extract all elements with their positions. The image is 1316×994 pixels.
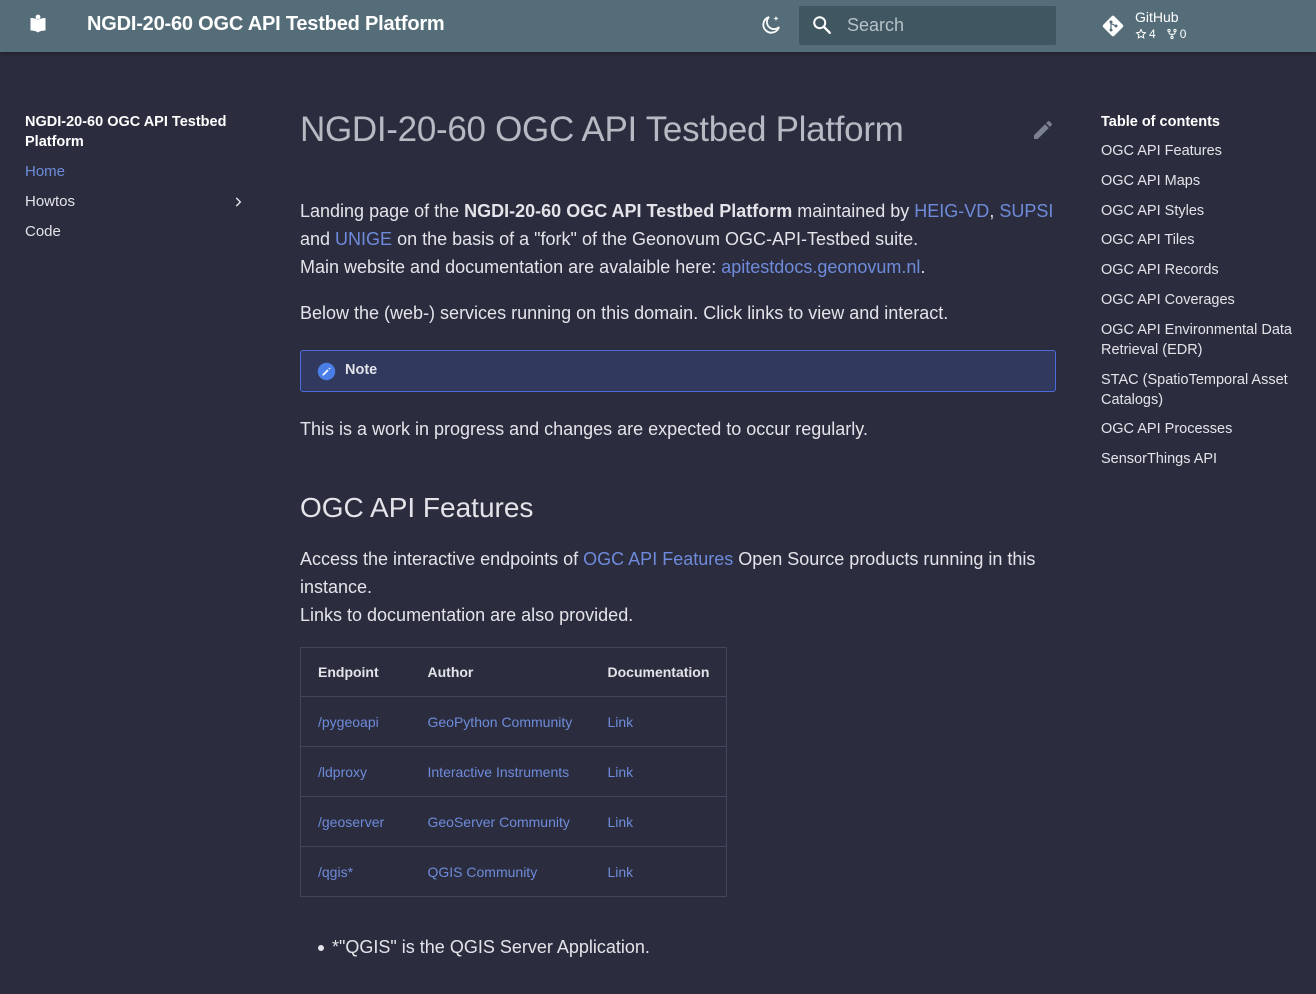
star-icon bbox=[1135, 28, 1147, 39]
toc-item-records[interactable]: OGC API Records bbox=[1101, 260, 1306, 280]
endpoint-link[interactable]: /pygeoapi bbox=[318, 714, 379, 730]
table-row: /geoserver GeoServer Community Link bbox=[300, 796, 727, 847]
search-icon bbox=[813, 16, 831, 34]
link-geonovum-docs[interactable]: apitestdocs.geonovum.nl bbox=[721, 257, 920, 277]
note-title: Note bbox=[345, 362, 378, 378]
nav-item-howtos[interactable]: Howtos bbox=[25, 187, 255, 217]
book-logo-icon[interactable] bbox=[26, 13, 50, 37]
toc-item-stac[interactable]: STAC (SpatioTemporal Asset Catalogs) bbox=[1101, 370, 1306, 410]
author-link[interactable]: QGIS Community bbox=[428, 864, 538, 880]
toc-item-features[interactable]: OGC API Features bbox=[1101, 141, 1306, 161]
chevron-right-icon bbox=[235, 197, 242, 207]
edit-pencil-icon[interactable] bbox=[1031, 118, 1055, 142]
table-header-row: Endpoint Author Documentation bbox=[300, 647, 727, 697]
table-row: /pygeoapi GeoPython Community Link bbox=[300, 696, 727, 747]
toc-item-sensorthings[interactable]: SensorThings API bbox=[1101, 449, 1306, 469]
nav-item-home[interactable]: Home bbox=[25, 157, 255, 187]
note-admonition: Note bbox=[300, 350, 1056, 392]
repo-forks: 0 bbox=[1166, 27, 1186, 41]
endpoint-link[interactable]: /ldproxy bbox=[318, 764, 367, 780]
dark-mode-toggle-icon[interactable] bbox=[759, 13, 783, 37]
pencil-circle-icon bbox=[317, 362, 336, 381]
main-content: NGDI-20-60 OGC API Testbed Platform Land… bbox=[300, 110, 1056, 961]
link-supsi[interactable]: SUPSI bbox=[999, 201, 1053, 221]
documentation-link[interactable]: Link bbox=[608, 864, 634, 880]
documentation-link[interactable]: Link bbox=[608, 714, 634, 730]
documentation-link[interactable]: Link bbox=[608, 814, 634, 830]
column-header: Endpoint bbox=[300, 647, 411, 697]
intro-paragraph: Landing page of the NGDI-20-60 OGC API T… bbox=[300, 201, 1054, 277]
section-heading-features: OGC API Features bbox=[300, 492, 534, 523]
nav-item-label: Howtos bbox=[25, 193, 76, 210]
list-item: *"QGIS" is the QGIS Server Application. bbox=[300, 933, 1056, 961]
author-link[interactable]: GeoPython Community bbox=[428, 714, 573, 730]
toc-item-coverages[interactable]: OGC API Coverages bbox=[1101, 290, 1306, 310]
wip-paragraph: This is a work in progress and changes a… bbox=[300, 419, 868, 439]
features-intro: Access the interactive endpoints of OGC … bbox=[300, 549, 1036, 625]
toc-item-tiles[interactable]: OGC API Tiles bbox=[1101, 230, 1306, 250]
repo-stars: 4 bbox=[1135, 27, 1156, 41]
endpoint-link[interactable]: /qgis* bbox=[318, 864, 353, 880]
nav-item-code[interactable]: Code bbox=[25, 217, 255, 247]
table-row: /ldproxy Interactive Instruments Link bbox=[300, 746, 727, 797]
toc-item-processes[interactable]: OGC API Processes bbox=[1101, 419, 1306, 439]
endpoint-link[interactable]: /geoserver bbox=[318, 814, 384, 830]
site-title[interactable]: NGDI-20-60 OGC API Testbed Platform bbox=[87, 13, 445, 36]
git-diamond-icon bbox=[1102, 15, 1124, 37]
author-link[interactable]: GeoServer Community bbox=[428, 814, 570, 830]
services-paragraph: Below the (web-) services running on thi… bbox=[300, 303, 949, 323]
link-ogc-api-features[interactable]: OGC API Features bbox=[583, 549, 733, 569]
intro-strong: NGDI-20-60 OGC API Testbed Platform bbox=[464, 201, 793, 221]
link-heig-vd[interactable]: HEIG-VD bbox=[914, 201, 989, 221]
repo-facts: 4 0 bbox=[1135, 27, 1186, 41]
author-link[interactable]: Interactive Instruments bbox=[428, 764, 570, 780]
repo-name: GitHub bbox=[1135, 9, 1179, 25]
table-row: /qgis* QGIS Community Link bbox=[301, 847, 727, 897]
fork-icon bbox=[1167, 28, 1177, 40]
column-header: Author bbox=[410, 647, 591, 697]
toc-item-edr[interactable]: OGC API Environmental Data Retrieval (ED… bbox=[1101, 320, 1306, 360]
toc-item-styles[interactable]: OGC API Styles bbox=[1101, 201, 1306, 221]
footnote-list: *"QGIS" is the QGIS Server Application. bbox=[300, 933, 1056, 961]
primary-nav: NGDI-20-60 OGC API Testbed Platform Home… bbox=[25, 112, 255, 247]
column-header: Documentation bbox=[590, 647, 727, 697]
search-input[interactable] bbox=[847, 6, 1047, 45]
endpoints-table: Endpoint Author Documentation /pygeoapi … bbox=[300, 647, 728, 897]
toc-title: Table of contents bbox=[1101, 114, 1220, 130]
toc-item-maps[interactable]: OGC API Maps bbox=[1101, 171, 1306, 191]
documentation-link[interactable]: Link bbox=[608, 764, 634, 780]
github-repo-link[interactable]: GitHub 4 0 bbox=[1101, 8, 1301, 44]
header-bar: NGDI-20-60 OGC API Testbed Platform GitH… bbox=[0, 0, 1316, 52]
page-title: NGDI-20-60 OGC API Testbed Platform bbox=[300, 110, 904, 149]
table-of-contents: Table of contents OGC API Features OGC A… bbox=[1101, 112, 1306, 479]
nav-title: NGDI-20-60 OGC API Testbed Platform bbox=[25, 114, 227, 150]
search-box[interactable] bbox=[799, 6, 1056, 45]
link-unige[interactable]: UNIGE bbox=[335, 229, 392, 249]
